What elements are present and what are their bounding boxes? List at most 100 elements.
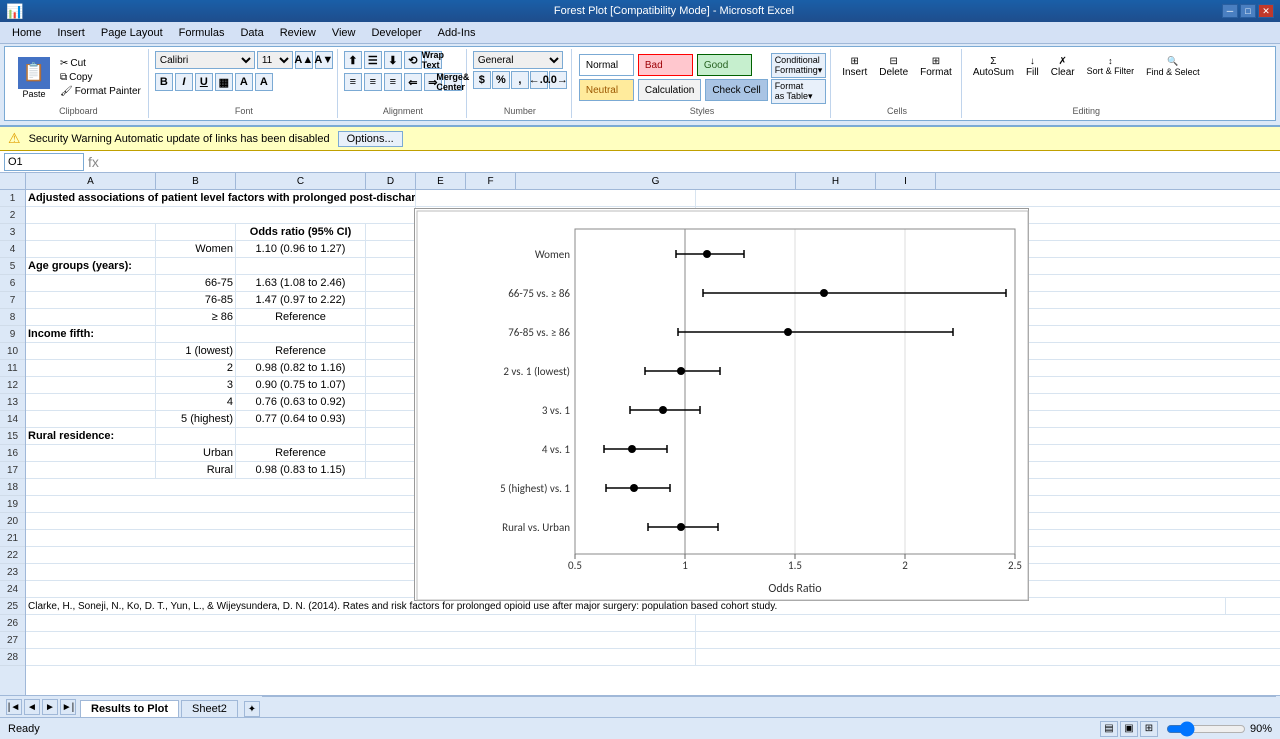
decrease-indent-button[interactable]: ⇐ — [404, 73, 422, 91]
cell-r16-d[interactable] — [366, 445, 416, 461]
cell-r10-c[interactable]: Reference — [236, 343, 366, 359]
style-bad[interactable]: Bad — [638, 54, 693, 76]
align-middle-button[interactable]: ☰ — [364, 51, 382, 69]
fill-color-button[interactable]: A — [235, 73, 253, 91]
cell-r5-c[interactable] — [236, 258, 366, 274]
autosum-button[interactable]: ΣAutoSum — [968, 53, 1019, 104]
align-right-button[interactable]: ≡ — [384, 73, 402, 91]
cell-r14-a[interactable] — [26, 411, 156, 427]
cell-r9-a[interactable]: Income fifth: — [26, 326, 156, 342]
cell-r15-c[interactable] — [236, 428, 366, 444]
cell-r3-a[interactable] — [26, 224, 156, 240]
cell-r15-a[interactable]: Rural residence: — [26, 428, 156, 444]
format-as-table-button[interactable]: Formatas Table▾ — [771, 79, 827, 104]
cell-r11-c[interactable]: 0.98 (0.82 to 1.16) — [236, 360, 366, 376]
cell-r2-a[interactable] — [26, 207, 416, 223]
cell-r10-b[interactable]: 1 (lowest) — [156, 343, 236, 359]
cell-r3-c[interactable]: Odds ratio (95% CI) — [236, 224, 366, 240]
cell-r17-d[interactable] — [366, 462, 416, 478]
underline-button[interactable]: U — [195, 73, 213, 91]
cell-r17-c[interactable]: 0.98 (0.83 to 1.15) — [236, 462, 366, 478]
number-format-select[interactable]: General — [473, 51, 563, 69]
cell-r6-a[interactable] — [26, 275, 156, 291]
font-name-select[interactable]: Calibri — [155, 51, 255, 69]
sheet-nav-prev[interactable]: ◄ — [24, 699, 40, 715]
italic-button[interactable]: I — [175, 73, 193, 91]
cell-r10-a[interactable] — [26, 343, 156, 359]
cell-r9-b[interactable] — [156, 326, 236, 342]
cell-r26[interactable] — [26, 615, 696, 631]
style-good[interactable]: Good — [697, 54, 752, 76]
cell-r28[interactable] — [26, 649, 696, 665]
name-box[interactable] — [4, 153, 84, 171]
cell-r4-c[interactable]: 1.10 (0.96 to 1.27) — [236, 241, 366, 257]
cell-r7-b[interactable]: 76-85 — [156, 292, 236, 308]
wrap-text-button[interactable]: WrapText — [424, 51, 442, 69]
sheet-nav-next[interactable]: ► — [42, 699, 58, 715]
cell-r5-a[interactable]: Age groups (years): — [26, 258, 156, 274]
font-size-select[interactable]: 11 — [257, 51, 293, 69]
paste-button[interactable]: 📋 Paste — [13, 54, 55, 102]
menu-review[interactable]: Review — [272, 25, 324, 41]
cell-r12-d[interactable] — [366, 377, 416, 393]
menu-insert[interactable]: Insert — [49, 25, 93, 41]
cell-r8-a[interactable] — [26, 309, 156, 325]
options-button[interactable]: Options... — [338, 131, 403, 147]
cell-r17-b[interactable]: Rural — [156, 462, 236, 478]
style-calculation[interactable]: Calculation — [638, 79, 701, 101]
cell-r7-c[interactable]: 1.47 (0.97 to 2.22) — [236, 292, 366, 308]
cell-r8-d[interactable] — [366, 309, 416, 325]
cell-r12-b[interactable]: 3 — [156, 377, 236, 393]
style-neutral[interactable]: Neutral — [579, 79, 634, 101]
percent-button[interactable]: % — [492, 71, 510, 89]
cell-r5-b[interactable] — [156, 258, 236, 274]
cell-r14-d[interactable] — [366, 411, 416, 427]
cut-button[interactable]: ✂ Cut — [57, 57, 144, 70]
clear-button[interactable]: ✗Clear — [1046, 53, 1080, 104]
format-painter-button[interactable]: 🖌 Format Painter — [57, 85, 144, 98]
cell-r11-a[interactable] — [26, 360, 156, 376]
decrease-decimal-button[interactable]: ←.0 — [530, 71, 548, 89]
align-bottom-button[interactable]: ⬇ — [384, 51, 402, 69]
insert-button[interactable]: ⊞Insert — [837, 53, 872, 81]
cell-r14-b[interactable]: 5 (highest) — [156, 411, 236, 427]
menu-home[interactable]: Home — [4, 25, 49, 41]
menu-page-layout[interactable]: Page Layout — [93, 25, 171, 41]
cell-r3-d[interactable] — [366, 224, 416, 240]
cell-r27[interactable] — [26, 632, 696, 648]
menu-view[interactable]: View — [324, 25, 364, 41]
cell-r7-d[interactable] — [366, 292, 416, 308]
align-top-button[interactable]: ⬆ — [344, 51, 362, 69]
cell-r15-b[interactable] — [156, 428, 236, 444]
cell-r13-b[interactable]: 4 — [156, 394, 236, 410]
cell-r8-c[interactable]: Reference — [236, 309, 366, 325]
bold-button[interactable]: B — [155, 73, 173, 91]
orientation-button[interactable]: ⟲ — [404, 51, 422, 69]
cell-r4-a[interactable] — [26, 241, 156, 257]
cell-r11-b[interactable]: 2 — [156, 360, 236, 376]
cell-r5-d[interactable] — [366, 258, 416, 274]
cell-r8-b[interactable]: ≥ 86 — [156, 309, 236, 325]
menu-formulas[interactable]: Formulas — [171, 25, 233, 41]
sort-filter-button[interactable]: ↕Sort & Filter — [1082, 53, 1140, 104]
cell-r4-b[interactable]: Women — [156, 241, 236, 257]
cell-r13-c[interactable]: 0.76 (0.63 to 0.92) — [236, 394, 366, 410]
cell-r13-d[interactable] — [366, 394, 416, 410]
font-color-button[interactable]: A — [255, 73, 273, 91]
find-select-button[interactable]: 🔍Find & Select — [1141, 53, 1205, 104]
cell-r13-a[interactable] — [26, 394, 156, 410]
format-button[interactable]: ⊞Format — [915, 53, 957, 81]
copy-button[interactable]: ⧉ Copy — [57, 71, 144, 84]
cell-r16-b[interactable]: Urban — [156, 445, 236, 461]
cell-r3-b[interactable] — [156, 224, 236, 240]
cell-r10-d[interactable] — [366, 343, 416, 359]
fill-button[interactable]: ↓Fill — [1021, 53, 1044, 104]
cell-r11-d[interactable] — [366, 360, 416, 376]
zoom-slider[interactable] — [1166, 725, 1246, 733]
align-center-button[interactable]: ≡ — [364, 73, 382, 91]
increase-decimal-button[interactable]: .0→ — [549, 71, 567, 89]
cell-r9-d[interactable] — [366, 326, 416, 342]
menu-addins[interactable]: Add-Ins — [430, 25, 484, 41]
style-normal[interactable]: Normal — [579, 54, 634, 76]
merge-center-button[interactable]: Merge&Center — [444, 73, 462, 91]
